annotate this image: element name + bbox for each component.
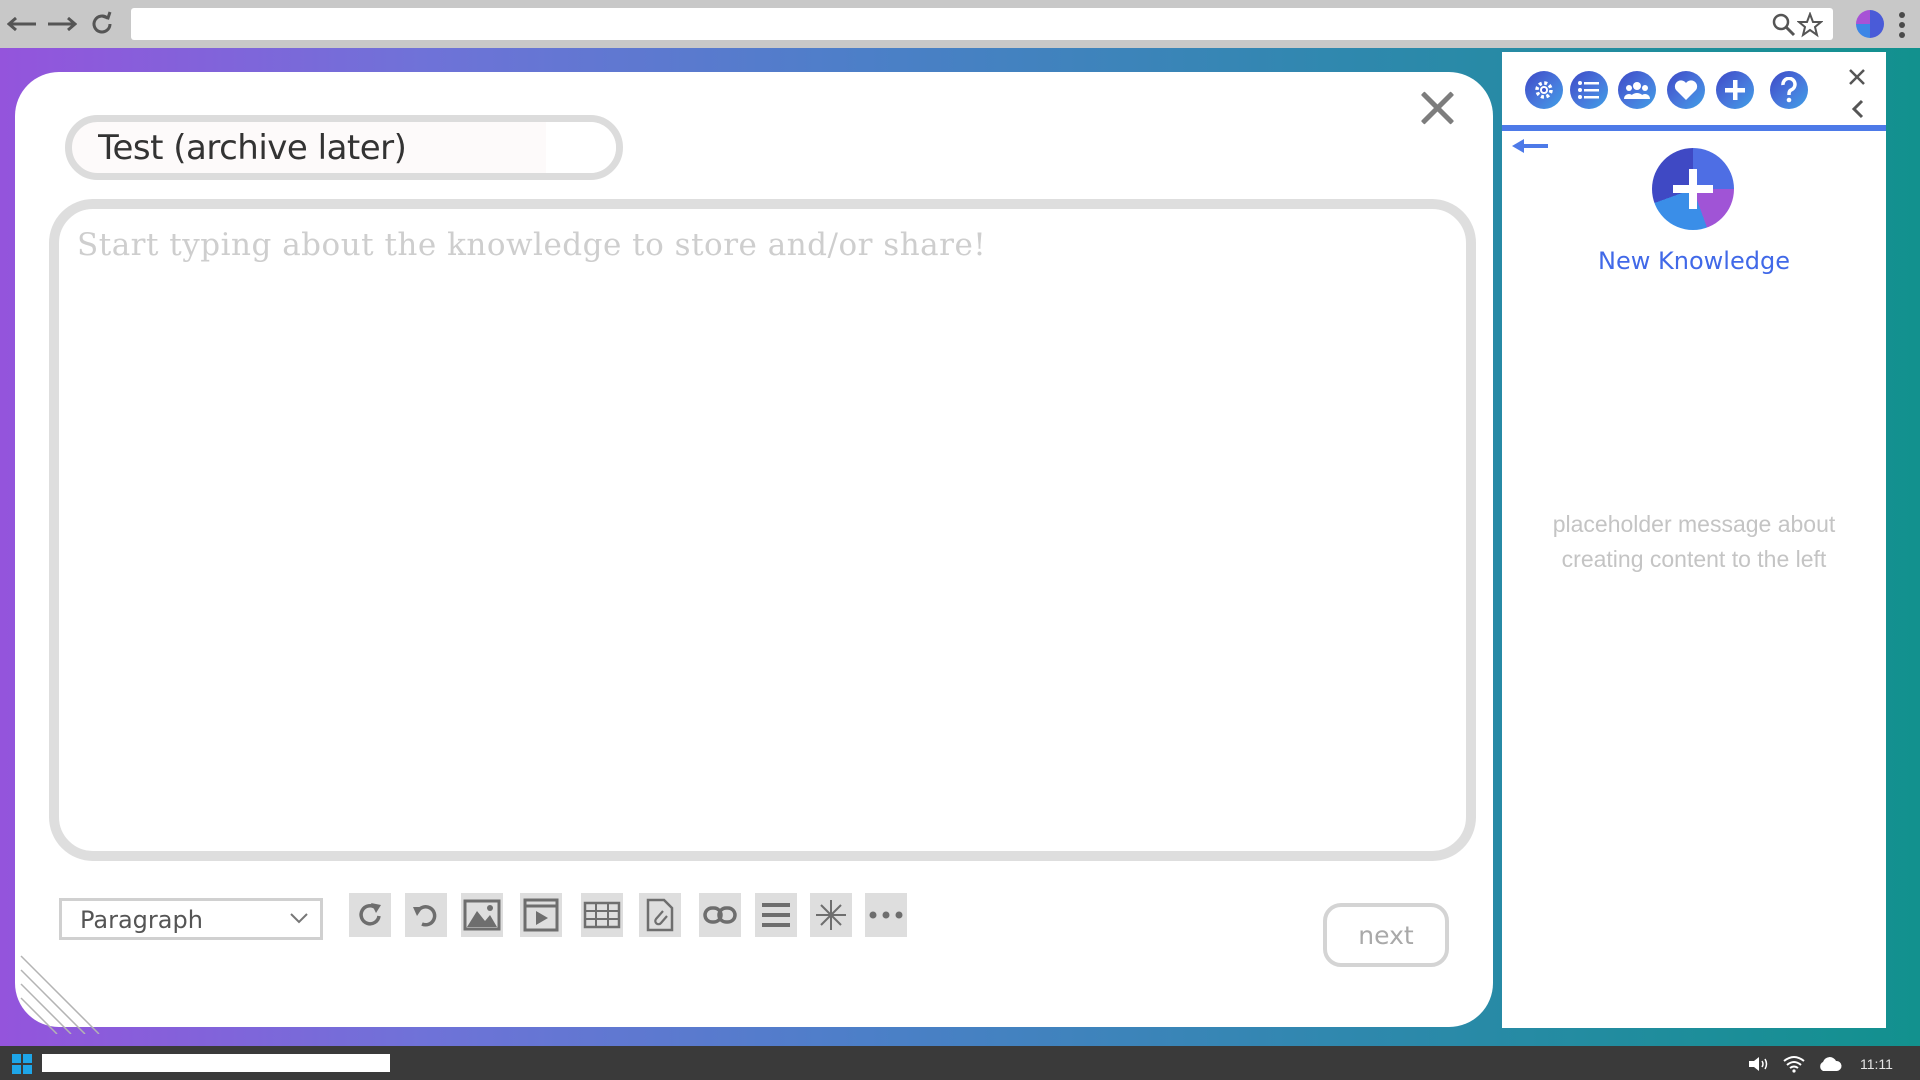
redo-icon[interactable] [349, 893, 391, 937]
url-input[interactable] [131, 8, 1833, 40]
title-input[interactable] [98, 122, 538, 173]
search-icon[interactable] [1771, 12, 1797, 38]
new-knowledge-plus-icon[interactable] [1652, 148, 1734, 230]
image-icon[interactable] [461, 893, 503, 937]
side-panel-tabs [1502, 52, 1886, 131]
collapse-panel-icon[interactable] [1843, 94, 1873, 124]
favorites-heart-icon[interactable] [1667, 71, 1705, 109]
address-bar[interactable] [131, 8, 1833, 40]
placeholder-message: placeholder message about creating conte… [1552, 511, 1836, 572]
help-icon[interactable] [1770, 71, 1808, 109]
cloud-icon[interactable] [1816, 1054, 1844, 1074]
forward-arrow-icon[interactable] [44, 8, 80, 40]
block-format-value: Paragraph [80, 906, 203, 934]
side-panel: New Knowledge placeholder message about … [1502, 52, 1886, 1028]
back-arrow-icon[interactable] [4, 8, 40, 40]
close-editor-icon[interactable] [1413, 84, 1461, 132]
attachment-icon[interactable] [639, 893, 681, 937]
wifi-icon[interactable] [1782, 1054, 1806, 1074]
body-textarea[interactable] [77, 227, 1448, 833]
horizontal-rule-icon[interactable] [755, 893, 797, 937]
taskbar-search-input[interactable] [42, 1054, 390, 1072]
video-icon[interactable] [520, 893, 562, 937]
system-clock[interactable]: 11:11 [1860, 1056, 1893, 1072]
kebab-menu-icon[interactable] [1892, 10, 1912, 40]
browser-toolbar [0, 0, 1920, 48]
group-icon[interactable] [1618, 71, 1656, 109]
list-icon[interactable] [1570, 71, 1608, 109]
special-character-icon[interactable] [810, 893, 852, 937]
knowledge-editor: Paragraph next [15, 72, 1493, 1034]
block-format-select[interactable]: Paragraph [59, 898, 323, 940]
reload-icon[interactable] [84, 8, 120, 40]
new-knowledge-link[interactable]: New Knowledge [1502, 247, 1886, 275]
title-field[interactable] [65, 115, 623, 180]
back-arrow-icon[interactable] [1510, 136, 1554, 166]
chevron-down-icon [290, 913, 308, 924]
more-icon[interactable] [865, 893, 907, 937]
table-icon[interactable] [581, 893, 623, 937]
add-icon[interactable] [1716, 71, 1754, 109]
next-button[interactable]: next [1323, 903, 1449, 967]
close-panel-icon[interactable] [1842, 62, 1872, 92]
settings-icon[interactable] [1525, 71, 1563, 109]
taskbar: 11:11 [0, 1046, 1920, 1080]
resize-handle-icon[interactable] [19, 954, 101, 1034]
link-icon[interactable] [699, 893, 741, 937]
windows-start-icon[interactable] [12, 1054, 32, 1074]
bookmark-star-icon[interactable] [1797, 12, 1823, 38]
profile-icon[interactable] [1856, 10, 1884, 38]
undo-icon[interactable] [405, 893, 447, 937]
body-editor[interactable] [49, 199, 1476, 861]
volume-icon[interactable] [1748, 1054, 1770, 1074]
